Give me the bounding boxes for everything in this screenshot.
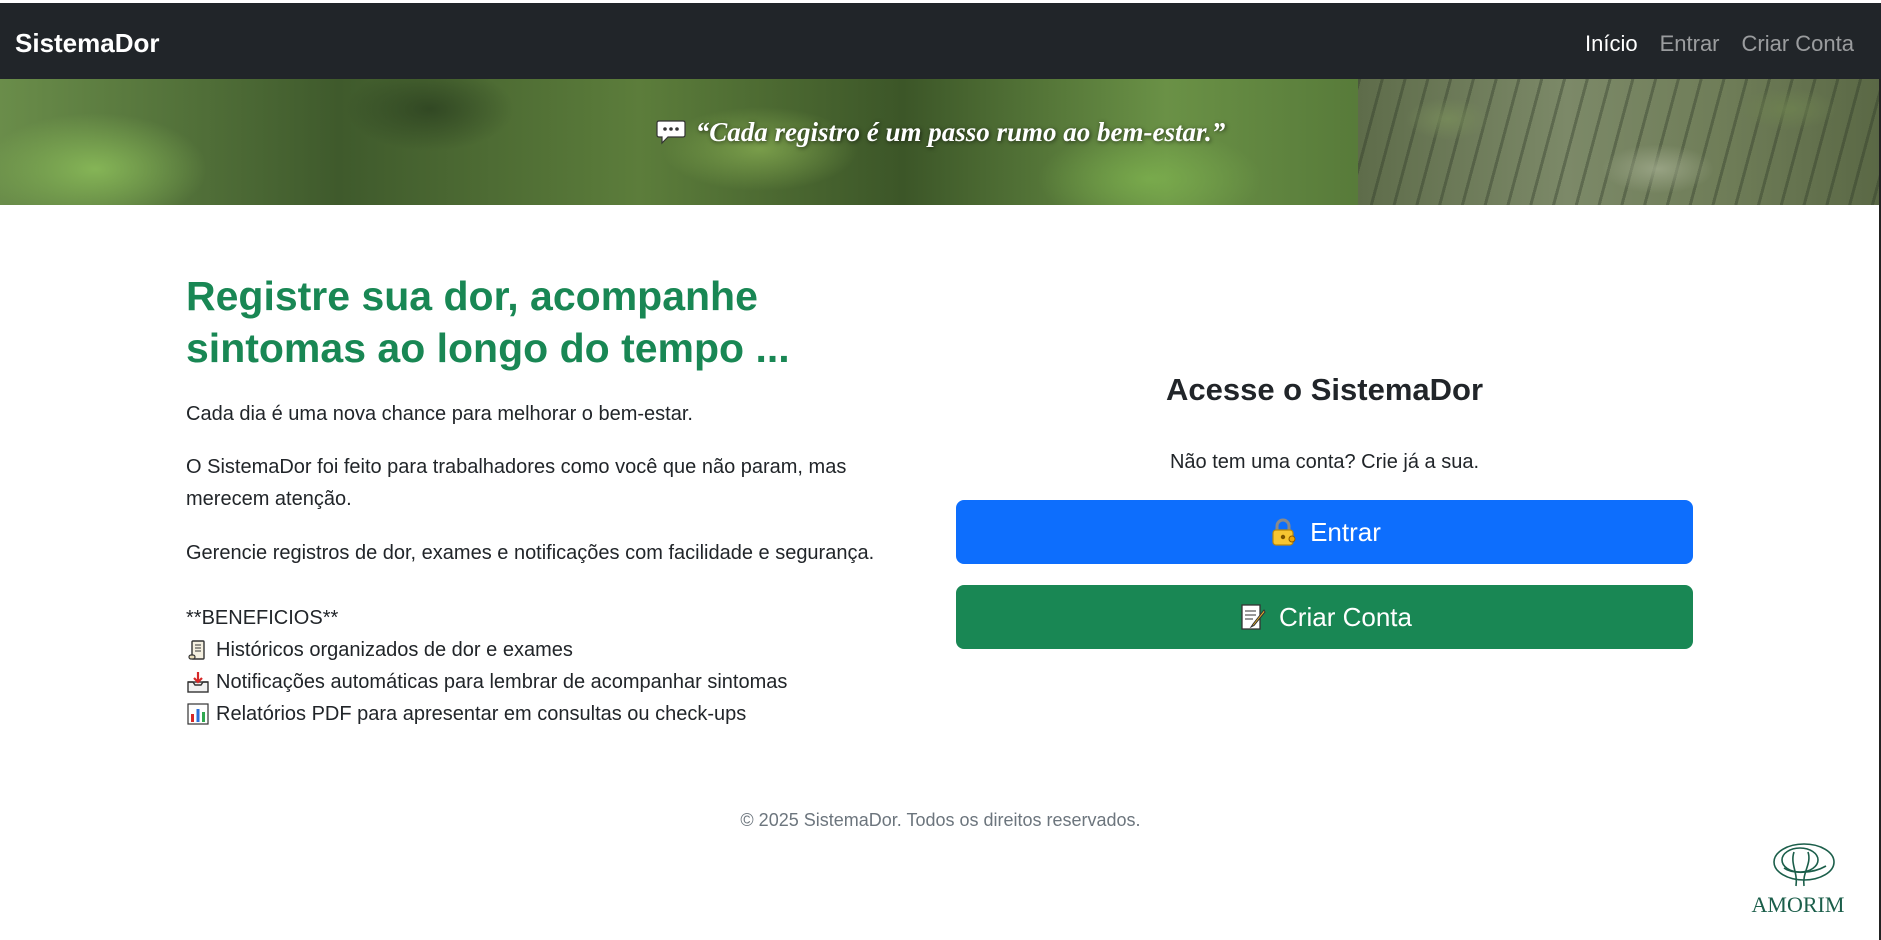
headline-line-2: sintomas ao longo do tempo ... — [186, 325, 790, 371]
page-headline: Registre sua dor, acompanhe sintomas ao … — [186, 270, 926, 374]
logo-text: AMORIM — [1752, 892, 1845, 917]
list-item: Relatórios PDF para apresentar em consul… — [186, 698, 787, 730]
benefit-text: Históricos organizados de dor e exames — [216, 639, 573, 661]
benefits-title: **BENEFICIOS** — [186, 607, 339, 629]
hero-headline-block: Registre sua dor, acompanhe sintomas ao … — [186, 270, 926, 374]
signup-button-label: Criar Conta — [1279, 601, 1412, 632]
benefits-list: **BENEFICIOS** Históricos organizados de… — [186, 602, 787, 730]
access-title: Acesse o SistemaDor — [1165, 372, 1484, 407]
amorim-logo: AMORIM — [1752, 843, 1845, 917]
nav-inicio[interactable]: Início — [1585, 30, 1638, 58]
bar-chart-icon — [187, 703, 209, 725]
signup-button[interactable]: Criar Conta — [956, 585, 1693, 649]
banner-quote: “Cada registro é um passo rumo ao bem-es… — [0, 115, 1881, 149]
intro-paragraph-2: O SistemaDor foi feito para trabalhadore… — [186, 456, 847, 510]
lock-key-icon — [1272, 518, 1296, 546]
memo-icon — [1241, 604, 1266, 630]
scroll-icon — [188, 640, 205, 660]
benefit-text: Notificações automáticas para lembrar de… — [216, 671, 788, 693]
access-subtitle: Não tem uma conta? Crie já a sua. — [1169, 451, 1480, 473]
intro-paragraph-3: Gerencie registros de dor, exames e noti… — [186, 542, 875, 564]
list-item: Notificações automáticas para lembrar de… — [186, 666, 787, 698]
intro-paragraph-1: Cada dia é uma nova chance para melhorar… — [186, 403, 693, 425]
footer-copyright: © 2025 SistemaDor. Todos os direitos res… — [740, 810, 1141, 830]
banner-quote-text: “Cada registro é um passo rumo ao bem-es… — [695, 117, 1226, 147]
nav-links: Início Entrar Criar Conta — [1585, 30, 1854, 58]
speech-bubble-icon — [656, 120, 686, 145]
headline-line-1: Registre sua dor, acompanhe — [186, 273, 758, 319]
list-item: Históricos organizados de dor e exames — [186, 634, 787, 666]
inbox-tray-icon — [187, 672, 209, 693]
nav-criar-conta[interactable]: Criar Conta — [1742, 30, 1854, 58]
access-panel: Acesse o SistemaDor — [956, 370, 1693, 410]
navbar: SistemaDor Início Entrar Criar Conta — [0, 3, 1881, 79]
hero-banner: “Cada registro é um passo rumo ao bem-es… — [0, 79, 1881, 205]
nav-entrar[interactable]: Entrar — [1660, 30, 1720, 58]
login-button-label: Entrar — [1310, 516, 1381, 547]
brand-logo-text[interactable]: SistemaDor — [15, 28, 160, 58]
benefit-text: Relatórios PDF para apresentar em consul… — [216, 703, 747, 725]
login-button[interactable]: Entrar — [956, 500, 1693, 564]
